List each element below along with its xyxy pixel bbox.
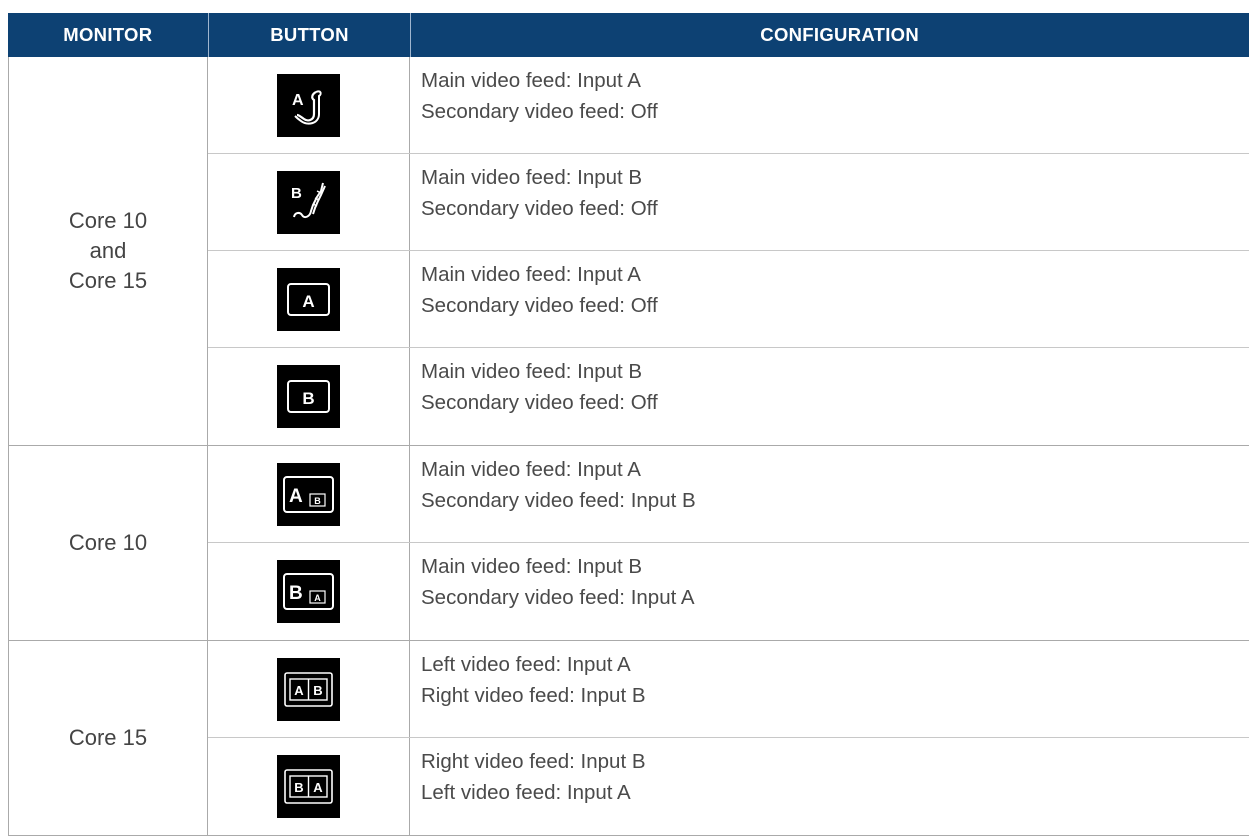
svg-text:B: B — [313, 683, 322, 698]
config-line: Secondary video feed: Off — [421, 100, 658, 123]
table-header: MONITOR BUTTON CONFIGURATION — [8, 13, 1249, 57]
table-row: A B Left video feed: Input A Right video… — [208, 641, 1249, 738]
configuration-table: MONITOR BUTTON CONFIGURATION Core 10 and… — [8, 13, 1249, 836]
config-line: Main video feed: Input B — [421, 555, 643, 578]
svg-text:B: B — [291, 185, 302, 202]
header-button: BUTTON — [209, 13, 412, 57]
monitor-line: Core 10 — [68, 530, 148, 555]
config-line: Secondary video feed: Off — [421, 197, 658, 220]
table-row: B A Main video feed: Input B Secondary v… — [208, 543, 1249, 640]
screen-b-icon: B — [277, 365, 340, 428]
svg-text:A: A — [313, 780, 323, 795]
table-row: A Main video feed: Input A Secondary vid… — [208, 251, 1249, 348]
config-line: Main video feed: Input A — [421, 263, 641, 286]
config-line: Left video feed: Input A — [421, 653, 631, 676]
config-line: Main video feed: Input A — [421, 69, 641, 92]
pip-b-a-icon: B A — [277, 560, 340, 623]
group-core10-core15: Core 10 and Core 15 A Main video feed: I… — [8, 57, 1249, 446]
table-row: A B Main video feed: Input A Secondary v… — [208, 446, 1249, 543]
svg-text:A: A — [292, 92, 304, 109]
config-line: Secondary video feed: Input A — [421, 586, 695, 609]
scope-b-icon: B — [277, 170, 340, 234]
split-b-a-icon: B A — [277, 755, 340, 818]
monitor-label: Core 10 — [8, 446, 208, 640]
svg-text:B: B — [289, 583, 303, 604]
monitor-line: and — [89, 238, 127, 263]
config-line: Right video feed: Input B — [421, 750, 646, 773]
monitor-label: Core 15 — [8, 641, 208, 835]
group-core10: Core 10 A B Main video feed: Input A Sec… — [8, 446, 1249, 641]
svg-text:A: A — [302, 292, 314, 311]
table-row: A Main video feed: Input A Secondary vid… — [208, 57, 1249, 154]
svg-text:A: A — [314, 593, 321, 603]
config-line: Main video feed: Input A — [421, 458, 641, 481]
monitor-line: Core 15 — [68, 725, 148, 750]
monitor-line: Core 10 — [68, 208, 148, 233]
screen-a-icon: A — [277, 267, 340, 331]
svg-text:A: A — [294, 683, 304, 698]
split-a-b-icon: A B — [277, 657, 340, 721]
config-line: Secondary video feed: Input B — [421, 489, 696, 512]
scope-a-icon: A — [277, 73, 340, 137]
header-monitor: MONITOR — [8, 13, 209, 57]
svg-text:B: B — [302, 389, 314, 408]
table-row: B Main video feed: Input B Secondary vid… — [208, 154, 1249, 251]
config-line: Main video feed: Input B — [421, 360, 643, 383]
svg-text:B: B — [294, 780, 303, 795]
config-line: Main video feed: Input B — [421, 166, 643, 189]
svg-text:B: B — [314, 496, 321, 506]
pip-a-b-icon: A B — [277, 462, 340, 526]
config-line: Secondary video feed: Off — [421, 294, 658, 317]
monitor-line: Core 15 — [68, 268, 148, 293]
monitor-label: Core 10 and Core 15 — [8, 57, 208, 445]
svg-text:A: A — [289, 486, 303, 507]
header-configuration: CONFIGURATION — [760, 24, 920, 45]
config-line: Left video feed: Input A — [421, 781, 631, 804]
table-row: B Main video feed: Input B Secondary vid… — [208, 348, 1249, 445]
table-row: B A Right video feed: Input B Left video… — [208, 738, 1249, 835]
group-core15: Core 15 A B Left video feed: Input A Rig… — [8, 641, 1249, 836]
config-line: Secondary video feed: Off — [421, 391, 658, 414]
config-line: Right video feed: Input B — [421, 684, 646, 707]
